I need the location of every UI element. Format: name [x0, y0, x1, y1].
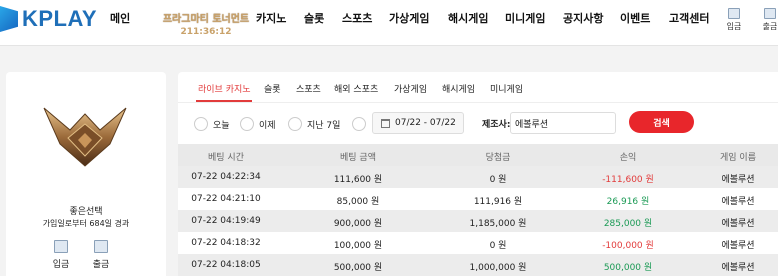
filter-yesterday[interactable]: 이제	[240, 113, 276, 135]
rank-name: 좋은선택	[69, 207, 103, 217]
cell-bet-amount: 500,000 원	[333, 263, 383, 273]
cell-winnings: 0 원	[489, 175, 507, 185]
cell-game-name: 에볼루션	[721, 197, 755, 207]
tab-mini-game[interactable]: 미니게임	[490, 82, 523, 95]
cell-game-name: 에볼루션	[721, 263, 755, 273]
table-row: 07-22 04:19:49 900,000 원 1,185,000 원 285…	[178, 210, 778, 232]
wallet-icon	[728, 8, 740, 19]
maker-label: 제조사:	[482, 120, 511, 130]
radio-yesterday-label: 이제	[259, 120, 276, 131]
card-withdraw-label: 출금	[92, 260, 110, 270]
cell-profit-loss: 285,000 원	[603, 219, 653, 229]
header-withdraw-label: 출금	[762, 22, 778, 31]
column-header-bet-time: 베팅 시간	[208, 153, 244, 163]
cell-bet-time: 07-22 04:18:05	[191, 260, 261, 270]
card-deposit-button[interactable]: 입금	[46, 240, 76, 270]
profile-card: 좋은선택 가입일로부터 684일 경과 입금 출금	[6, 72, 166, 276]
column-header-winnings: 당첨금	[485, 153, 511, 163]
cell-bet-time: 07-22 04:21:10	[191, 194, 261, 204]
filter-custom[interactable]	[352, 113, 366, 135]
cell-profit-loss: 500,000 원	[603, 263, 653, 273]
filter-today[interactable]: 오늘	[194, 113, 230, 135]
cell-bet-amount: 900,000 원	[333, 219, 383, 229]
table-row: 07-22 04:21:10 85,000 원 111,916 원 26,916…	[178, 188, 778, 210]
radio-custom[interactable]	[352, 117, 366, 131]
column-header-profit-loss: 손익	[619, 153, 637, 163]
nav-item-support[interactable]: 고객센터	[669, 10, 709, 26]
promo-timer: 211:36:12	[180, 27, 232, 37]
tab-live-casino[interactable]: 라이브 카지노	[198, 82, 251, 95]
tabs-divider	[178, 102, 778, 103]
calendar-icon	[381, 118, 390, 128]
filter-last-7-days[interactable]: 지난 7일	[288, 113, 340, 135]
table-row: 07-22 04:22:34 111,600 원 0 원 -111,600 원 …	[178, 166, 778, 188]
site-logo[interactable]: KPLAY	[0, 4, 97, 34]
table-row: 07-22 04:18:32 100,000 원 0 원 -100,000 원 …	[178, 232, 778, 254]
table-row: 07-22 04:18:05 500,000 원 1,000,000 원 500…	[178, 254, 778, 276]
header-withdraw-button[interactable]: 출금	[758, 8, 778, 32]
nav-item-notice[interactable]: 공지사항	[563, 10, 603, 26]
betting-history-panel: 라이브 카지노 슬롯 스포츠 해외 스포츠 가상게임 해시게임 미니게임 오늘 …	[178, 72, 778, 276]
radio-today-label: 오늘	[213, 120, 230, 131]
rank-info: 가입일로부터 684일 경과	[42, 219, 130, 228]
cell-bet-time: 07-22 04:22:34	[191, 172, 261, 182]
cell-bet-amount: 100,000 원	[333, 241, 383, 251]
radio-last-7-days[interactable]	[288, 117, 302, 131]
column-header-game-name: 게임 이름	[720, 153, 756, 163]
cell-winnings: 0 원	[489, 241, 507, 251]
top-header: KPLAY 메인 프라그마티 토너먼트 211:36:12 카지노 슬롯 스포츠…	[0, 0, 778, 46]
wallet-icon	[94, 240, 108, 253]
nav-item-hash-game[interactable]: 해시게임	[448, 10, 488, 26]
wallet-icon	[54, 240, 68, 253]
radio-last-7-days-label: 지난 7일	[307, 120, 341, 131]
column-header-bet-amount: 베팅 금액	[340, 153, 376, 163]
cell-winnings: 1,185,000 원	[469, 219, 527, 229]
promo-banner[interactable]: 프라그마티 토너먼트 211:36:12	[146, 10, 266, 37]
wallet-icon	[764, 8, 776, 19]
table-header: 베팅 시간 베팅 금액 당첨금 손익 게임 이름	[178, 144, 778, 166]
date-range-text: 07/22 - 07/22	[395, 118, 456, 128]
nav-item-sports[interactable]: 스포츠	[342, 10, 372, 26]
cell-winnings: 1,000,000 원	[469, 263, 527, 273]
card-deposit-label: 입금	[52, 260, 70, 270]
tab-virtual-game[interactable]: 가상게임	[394, 82, 427, 95]
tab-overseas-sports[interactable]: 해외 스포츠	[334, 82, 378, 95]
cell-profit-loss: 26,916 원	[606, 197, 650, 207]
cell-winnings: 111,916 원	[473, 197, 523, 207]
tab-slot[interactable]: 슬롯	[264, 82, 281, 95]
nav-item-slot[interactable]: 슬롯	[304, 10, 324, 26]
rank-badge-icon	[43, 107, 127, 167]
radio-today[interactable]	[194, 117, 208, 131]
nav-item-mini-game[interactable]: 미니게임	[505, 10, 545, 26]
cell-bet-amount: 111,600 원	[333, 175, 383, 185]
header-deposit-button[interactable]: 입금	[722, 8, 746, 32]
cell-game-name: 에볼루션	[721, 219, 755, 229]
maker-input[interactable]	[510, 112, 616, 134]
cell-profit-loss: -100,000 원	[602, 241, 654, 251]
cell-bet-amount: 85,000 원	[336, 197, 380, 207]
tab-sports[interactable]: 스포츠	[296, 82, 321, 95]
nav-item-casino[interactable]: 카지노	[256, 10, 286, 26]
cell-profit-loss: -111,600 원	[602, 175, 654, 185]
nav-item-event[interactable]: 이벤트	[620, 10, 650, 26]
cell-game-name: 에볼루션	[721, 241, 755, 251]
promo-title: 프라그마티 토너먼트	[162, 14, 250, 25]
logo-text: KPLAY	[22, 6, 98, 31]
date-range-picker[interactable]: 07/22 - 07/22	[372, 112, 464, 134]
nav-item-main[interactable]: 메인	[110, 10, 130, 26]
logo-mark-icon	[0, 6, 18, 32]
radio-yesterday[interactable]	[240, 117, 254, 131]
cell-bet-time: 07-22 04:19:49	[191, 216, 261, 226]
search-button[interactable]: 검색	[629, 111, 694, 133]
header-deposit-label: 입금	[726, 22, 742, 31]
cell-game-name: 에볼루션	[721, 175, 755, 185]
nav-item-virtual-game[interactable]: 가상게임	[389, 10, 429, 26]
tab-hash-game[interactable]: 해시게임	[442, 82, 475, 95]
card-withdraw-button[interactable]: 출금	[86, 240, 116, 270]
cell-bet-time: 07-22 04:18:32	[191, 238, 261, 248]
